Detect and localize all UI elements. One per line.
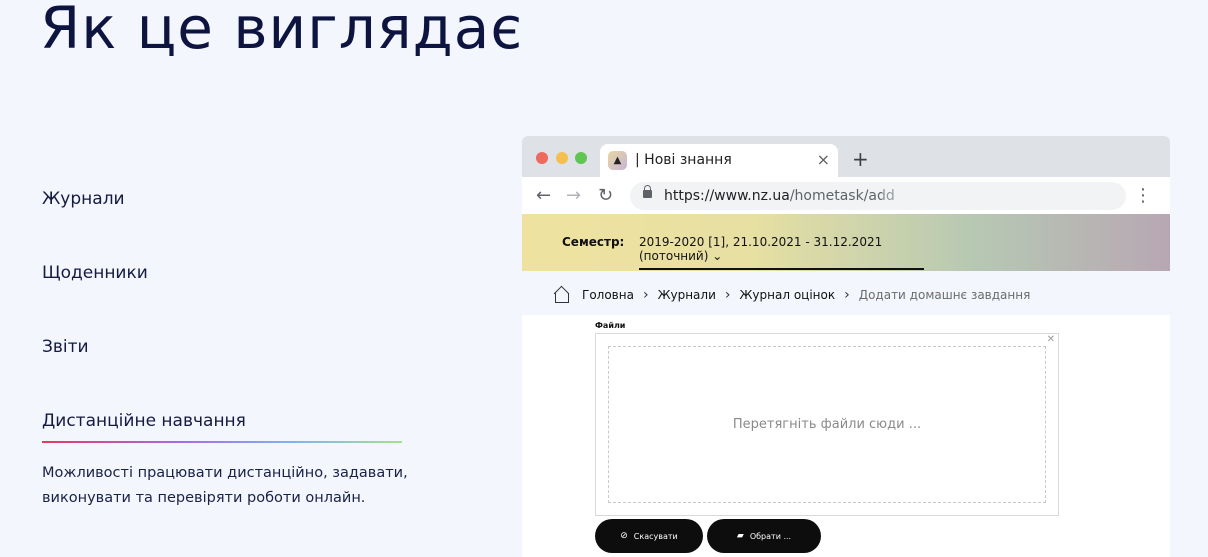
active-feature-underline	[42, 441, 402, 443]
feature-description: Можливості працювати дистанційно, задава…	[42, 465, 408, 506]
feature-item-diaries[interactable]: Щоденники	[42, 263, 148, 283]
folder-open-icon: ▰	[736, 531, 744, 541]
url-text: https://www.nz.ua/hometask/add	[664, 188, 895, 204]
new-tab-icon[interactable]: +	[852, 147, 869, 171]
window-close-dot	[536, 152, 548, 164]
file-upload-box: ✕ Перетягніть файли сюди ...	[595, 333, 1059, 516]
browser-tab-bar: ▲ | Нові знання × +	[522, 136, 1170, 177]
browser-mockup: ▲ | Нові знання × + ← → ↻ https://www.nz…	[522, 136, 1170, 557]
files-label: Файли	[595, 321, 626, 330]
breadcrumb: Головна › Журнали › Журнал оцінок › Дода…	[552, 287, 1030, 303]
semester-bar: Семестр: 2019-2020 [1], 21.10.2021 - 31.…	[522, 214, 1170, 272]
cancel-button[interactable]: ⊘ Скасувати	[595, 519, 703, 553]
url-domain: https://www.nz.ua	[664, 188, 790, 204]
breadcrumb-journals[interactable]: Журнали	[658, 288, 716, 302]
semester-select[interactable]: 2019-2020 [1], 21.10.2021 - 31.12.2021 (…	[639, 235, 924, 270]
graduation-cap-icon: ▲	[608, 151, 627, 170]
address-bar: ← → ↻ https://www.nz.ua/hometask/add ⋮	[522, 177, 1170, 214]
more-menu-icon[interactable]: ⋮	[1134, 185, 1152, 206]
feature-item-reports[interactable]: Звіти	[42, 337, 89, 357]
tab-title: | Нові знання	[635, 152, 732, 168]
chevron-right-icon: ›	[844, 287, 850, 303]
dropzone-text: Перетягніть файли сюди ...	[732, 417, 922, 432]
lock-icon	[643, 185, 652, 198]
breadcrumb-home[interactable]: Головна	[582, 288, 634, 302]
file-dropzone[interactable]: Перетягніть файли сюди ...	[608, 346, 1046, 503]
back-arrow-icon[interactable]: ←	[536, 185, 551, 206]
feature-item-journals[interactable]: Журнали	[42, 189, 125, 209]
close-icon[interactable]: ✕	[1047, 334, 1055, 345]
ban-icon: ⊘	[620, 531, 628, 541]
page-title: Як це виглядає	[40, 0, 524, 62]
forward-arrow-icon[interactable]: →	[566, 185, 581, 206]
choose-button-label: Обрати ...	[749, 531, 792, 541]
feature-item-distance-learning[interactable]: Дистанційне навчання	[42, 411, 246, 431]
window-maximize-dot	[575, 152, 587, 164]
url-path: /hometask/add	[789, 188, 895, 204]
home-icon[interactable]	[552, 287, 570, 303]
semester-label: Семестр:	[562, 235, 625, 249]
url-input[interactable]: https://www.nz.ua/hometask/add	[630, 182, 1126, 210]
semester-value: 2019-2020 [1], 21.10.2021 - 31.12.2021 (…	[639, 235, 883, 263]
close-icon[interactable]: ×	[817, 150, 830, 169]
breadcrumb-grades-journal[interactable]: Журнал оцінок	[739, 288, 835, 302]
chevron-right-icon: ›	[642, 287, 649, 303]
chevron-down-icon: ⌄	[712, 249, 723, 263]
url-redacted	[882, 188, 1122, 204]
reload-icon[interactable]: ↻	[598, 185, 613, 206]
choose-files-button[interactable]: ▰ Обрати ...	[707, 519, 821, 553]
browser-tab[interactable]: ▲ | Нові знання ×	[600, 144, 838, 177]
cancel-button-label: Скасувати	[633, 531, 678, 541]
window-minimize-dot	[556, 152, 568, 164]
breadcrumb-current: Додати домашнє завдання	[858, 288, 1031, 302]
chevron-right-icon: ›	[724, 287, 731, 303]
